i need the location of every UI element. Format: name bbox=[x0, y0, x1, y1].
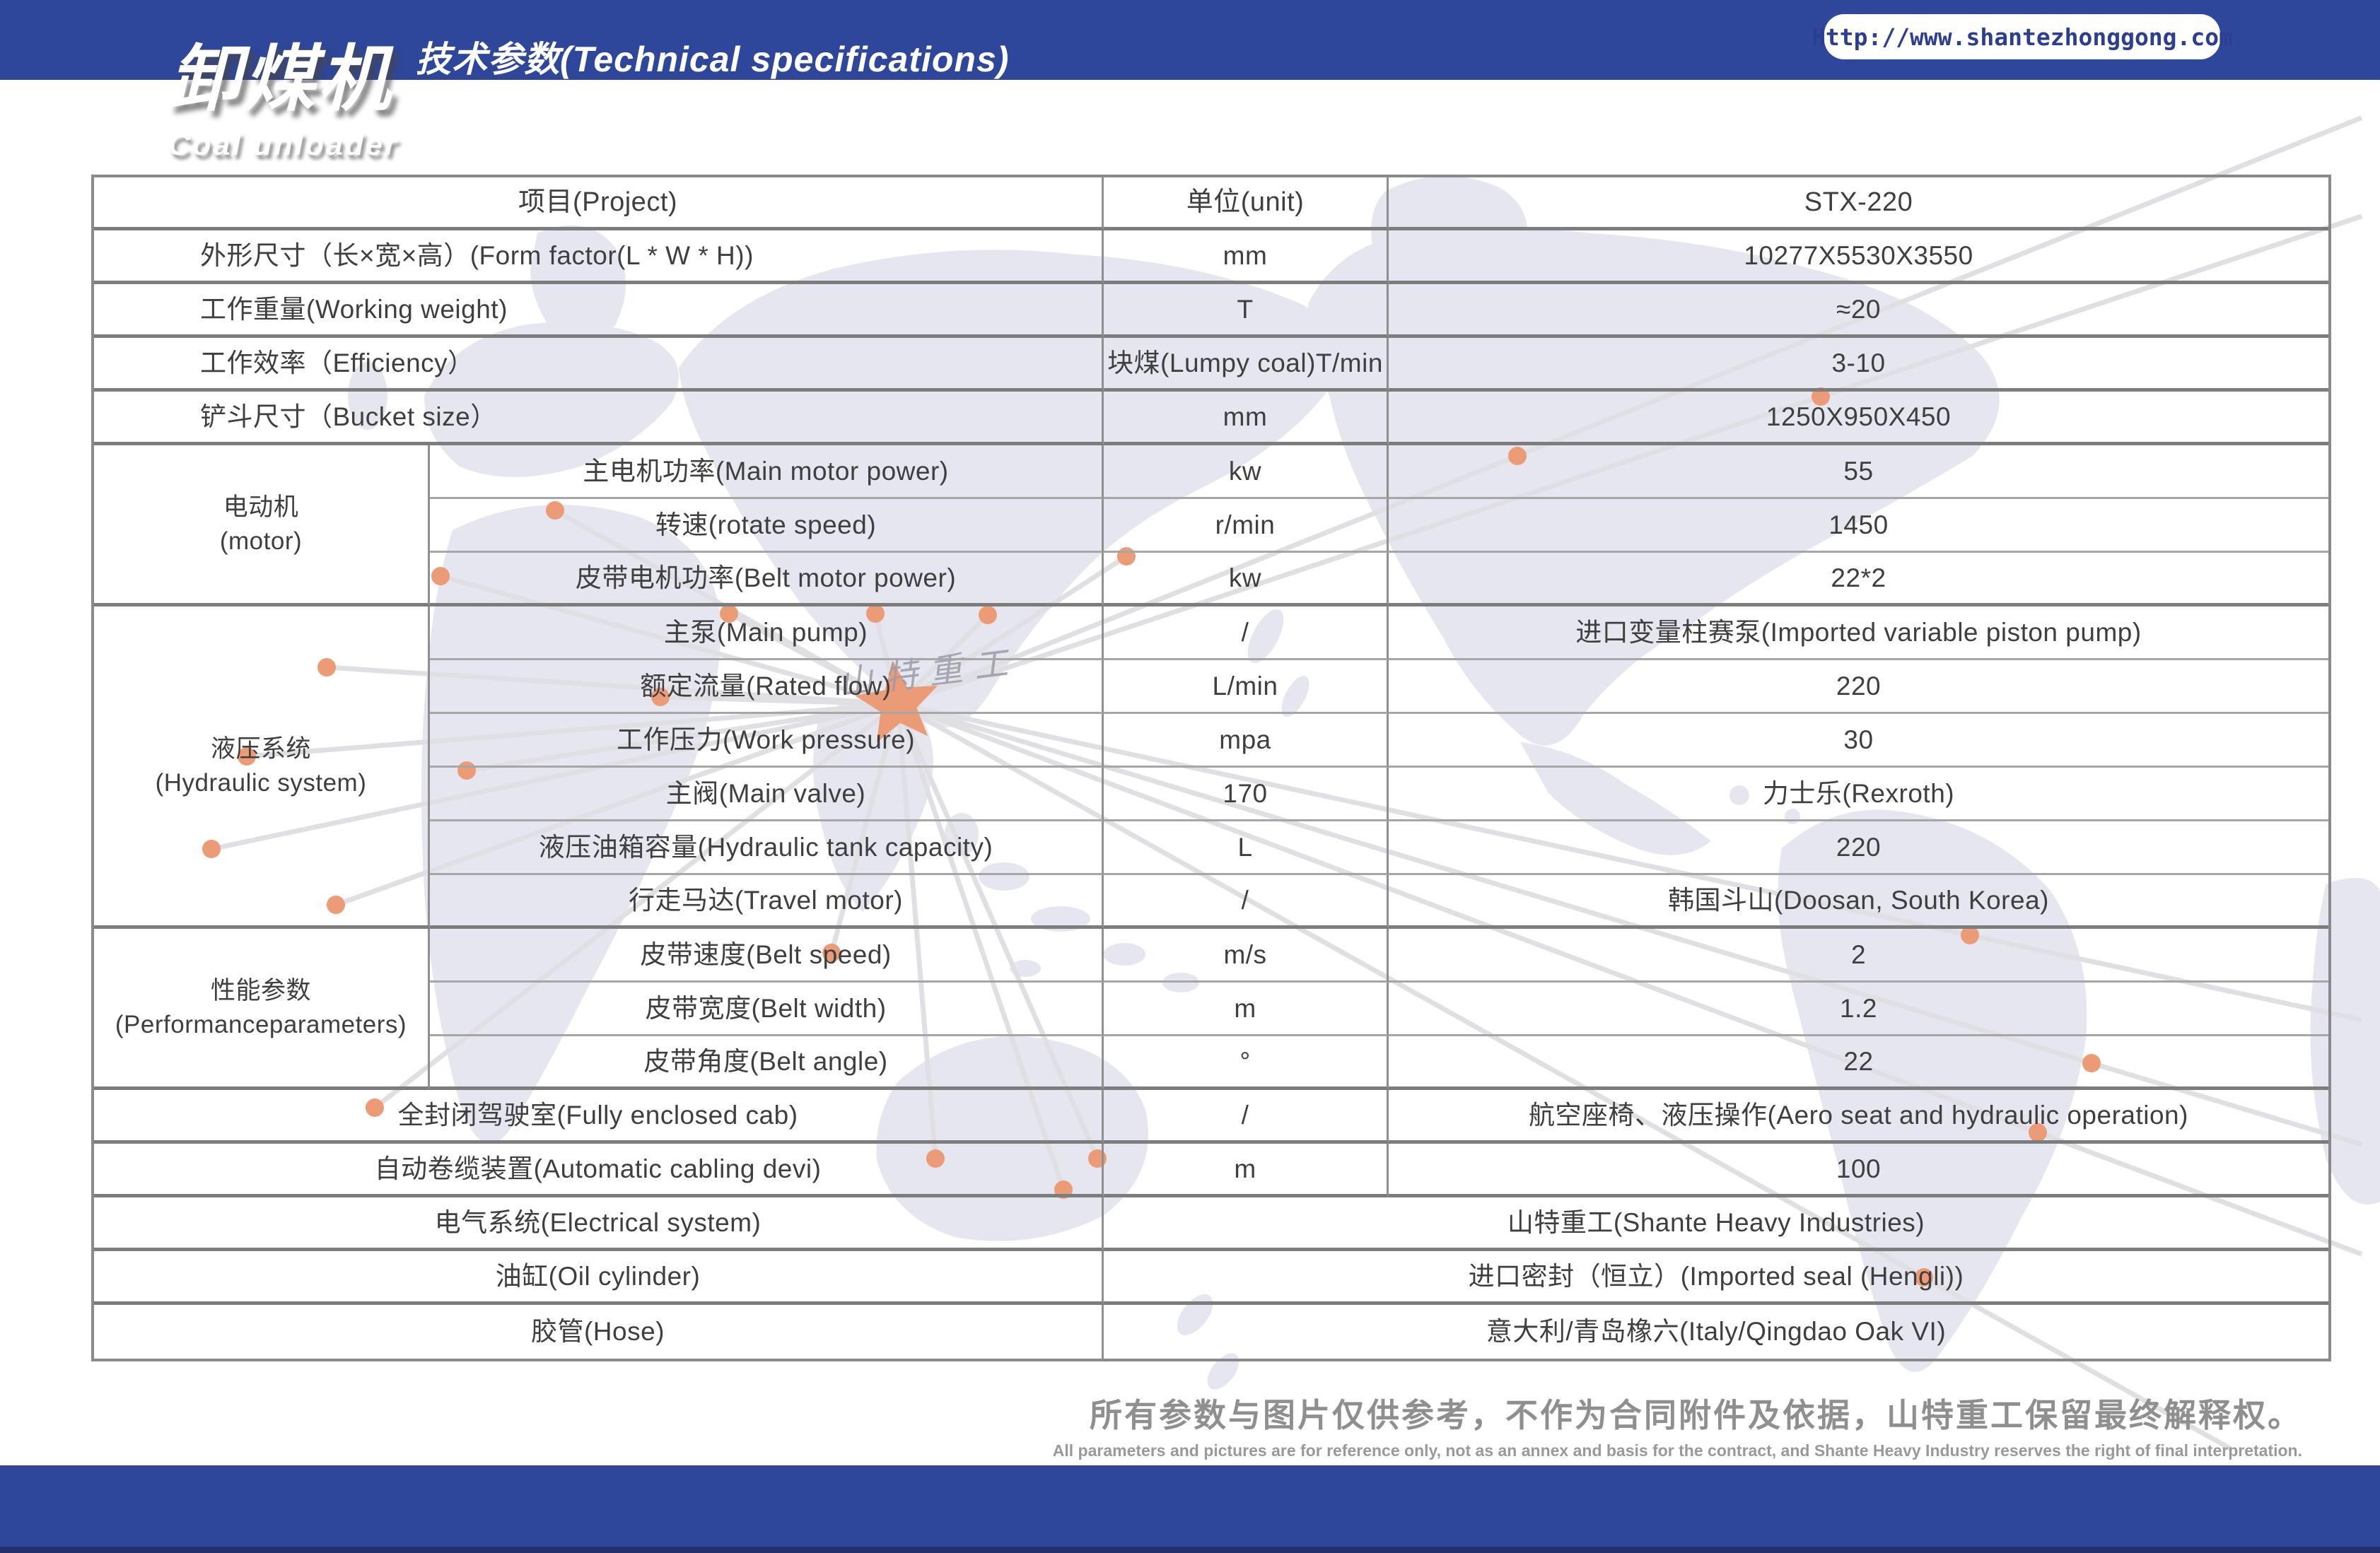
row-unit: ° bbox=[1104, 1036, 1389, 1090]
col-header-model: STX-220 bbox=[1389, 177, 2328, 230]
row-unit: mm bbox=[1104, 392, 1389, 445]
row-unit: mpa bbox=[1104, 714, 1389, 768]
row-value: 韩国斗山(Doosan, South Korea) bbox=[1389, 875, 2328, 929]
disclaimer: 所有参数与图片仅供参考，不作为合同附件及依据，山特重工保留最终解释权。 All … bbox=[1053, 1390, 2302, 1460]
row-value: 22*2 bbox=[1389, 553, 2328, 606]
row-value-merged: 意大利/青岛橡六(Italy/Qingdao Oak VI) bbox=[1104, 1305, 2328, 1359]
row-project-label: 外形尺寸（长×宽×高）(Form factor(L * W * H)) bbox=[94, 230, 1104, 284]
row-value: 力士乐(Rexroth) bbox=[1389, 768, 2328, 821]
sub-item-label: 额定流量(Rated flow) bbox=[430, 660, 1104, 714]
row-value: 2 bbox=[1389, 929, 2328, 983]
footer-bar bbox=[0, 1465, 2380, 1553]
row-value: 22 bbox=[1389, 1036, 2328, 1090]
row-value: 1.2 bbox=[1389, 983, 2328, 1036]
group-label-cn: 性能参数 bbox=[211, 974, 311, 1007]
sub-item-label: 主阀(Main valve) bbox=[430, 768, 1104, 821]
row-value-merged: 进口密封（恒立）(Imported seal (Hengli)) bbox=[1104, 1251, 2328, 1305]
sub-item-label: 皮带宽度(Belt width) bbox=[430, 983, 1104, 1036]
sub-item-label: 工作压力(Work pressure) bbox=[430, 714, 1104, 768]
row-value: 3-10 bbox=[1389, 338, 2328, 392]
row-project-label: 工作效率（Efficiency） bbox=[94, 338, 1104, 392]
website-url-text: Http://www.shantezhonggong.com bbox=[1812, 23, 2233, 51]
logo-english: Coal unloader bbox=[168, 128, 399, 163]
group-label-2: 性能参数(Performanceparameters) bbox=[94, 929, 430, 1090]
group-label-cn: 液压系统 bbox=[211, 732, 311, 766]
row-unit: T bbox=[1104, 284, 1389, 338]
row-unit: 170 bbox=[1104, 768, 1389, 821]
row-value: 220 bbox=[1389, 821, 2328, 875]
row-unit: m bbox=[1104, 983, 1389, 1036]
row-value: 1450 bbox=[1389, 499, 2328, 553]
logo-chinese: 卸煤机 bbox=[168, 21, 399, 125]
row-unit: / bbox=[1104, 1090, 1389, 1144]
row-unit: kw bbox=[1104, 445, 1389, 499]
row-unit: / bbox=[1104, 606, 1389, 660]
sub-item-label: 皮带电机功率(Belt motor power) bbox=[430, 553, 1104, 606]
row-value: 30 bbox=[1389, 714, 2328, 768]
row-value: 220 bbox=[1389, 660, 2328, 714]
brand-logo: 卸煤机 Coal unloader bbox=[168, 21, 399, 163]
col-header-unit: 单位(unit) bbox=[1104, 177, 1389, 230]
row-unit: 块煤(Lumpy coal)T/min bbox=[1104, 338, 1389, 392]
sub-item-label: 行走马达(Travel motor) bbox=[430, 875, 1104, 929]
row-unit: kw bbox=[1104, 553, 1389, 606]
row-unit: L/min bbox=[1104, 660, 1389, 714]
spec-table: 项目(Project)单位(unit)STX-220 外形尺寸（长×宽×高）(Fo… bbox=[91, 175, 2331, 1361]
website-link[interactable]: Http://www.shantezhonggong.com bbox=[1824, 14, 2220, 59]
group-label-cn: 电动机 bbox=[223, 491, 299, 524]
page-title: 技术参数(Technical specifications) bbox=[416, 31, 1009, 82]
row-value: 10277X5530X3550 bbox=[1389, 230, 2328, 284]
group-label-1: 液压系统(Hydraulic system) bbox=[94, 606, 430, 929]
row-unit: L bbox=[1104, 821, 1389, 875]
sub-item-label: 主电机功率(Main motor power) bbox=[430, 445, 1104, 499]
row-value: ≈20 bbox=[1389, 284, 2328, 338]
group-label-en: (Performanceparameters) bbox=[115, 1008, 407, 1041]
row-unit: m bbox=[1104, 1144, 1389, 1197]
disclaimer-chinese: 所有参数与图片仅供参考，不作为合同附件及依据，山特重工保留最终解释权。 bbox=[1053, 1390, 2302, 1436]
sub-item-label: 液压油箱容量(Hydraulic tank capacity) bbox=[430, 821, 1104, 875]
sub-item-label: 皮带速度(Belt speed) bbox=[430, 929, 1104, 983]
row-project-label: 自动卷缆装置(Automatic cabling devi) bbox=[94, 1144, 1104, 1197]
row-value: 1250X950X450 bbox=[1389, 392, 2328, 445]
row-value: 进口变量柱赛泵(Imported variable piston pump) bbox=[1389, 606, 2328, 660]
row-unit: / bbox=[1104, 875, 1389, 929]
row-project-label: 铲斗尺寸（Bucket size） bbox=[94, 392, 1104, 445]
row-value: 55 bbox=[1389, 445, 2328, 499]
sub-item-label: 主泵(Main pump) bbox=[430, 606, 1104, 660]
row-project-label: 工作重量(Working weight) bbox=[94, 284, 1104, 338]
row-unit: mm bbox=[1104, 230, 1389, 284]
group-label-en: (Hydraulic system) bbox=[156, 766, 367, 799]
row-project-label: 全封闭驾驶室(Fully enclosed cab) bbox=[94, 1090, 1104, 1144]
group-label-en: (motor) bbox=[220, 524, 302, 558]
row-value-merged: 山特重工(Shante Heavy Industries) bbox=[1104, 1197, 2328, 1251]
group-label-0: 电动机(motor) bbox=[94, 445, 430, 606]
row-unit: m/s bbox=[1104, 929, 1389, 983]
disclaimer-english: All parameters and pictures are for refe… bbox=[1053, 1441, 2302, 1460]
row-value: 航空座椅、液压操作(Aero seat and hydraulic operat… bbox=[1389, 1090, 2328, 1144]
row-project-label: 油缸(Oil cylinder) bbox=[94, 1251, 1104, 1305]
row-project-label: 胶管(Hose) bbox=[94, 1305, 1104, 1359]
footer-accent-strip bbox=[0, 1547, 2380, 1553]
col-header-project: 项目(Project) bbox=[94, 177, 1104, 230]
row-value: 100 bbox=[1389, 1144, 2328, 1197]
row-unit: r/min bbox=[1104, 499, 1389, 553]
sub-item-label: 皮带角度(Belt angle) bbox=[430, 1036, 1104, 1090]
sub-item-label: 转速(rotate speed) bbox=[430, 499, 1104, 553]
row-project-label: 电气系统(Electrical system) bbox=[94, 1197, 1104, 1251]
